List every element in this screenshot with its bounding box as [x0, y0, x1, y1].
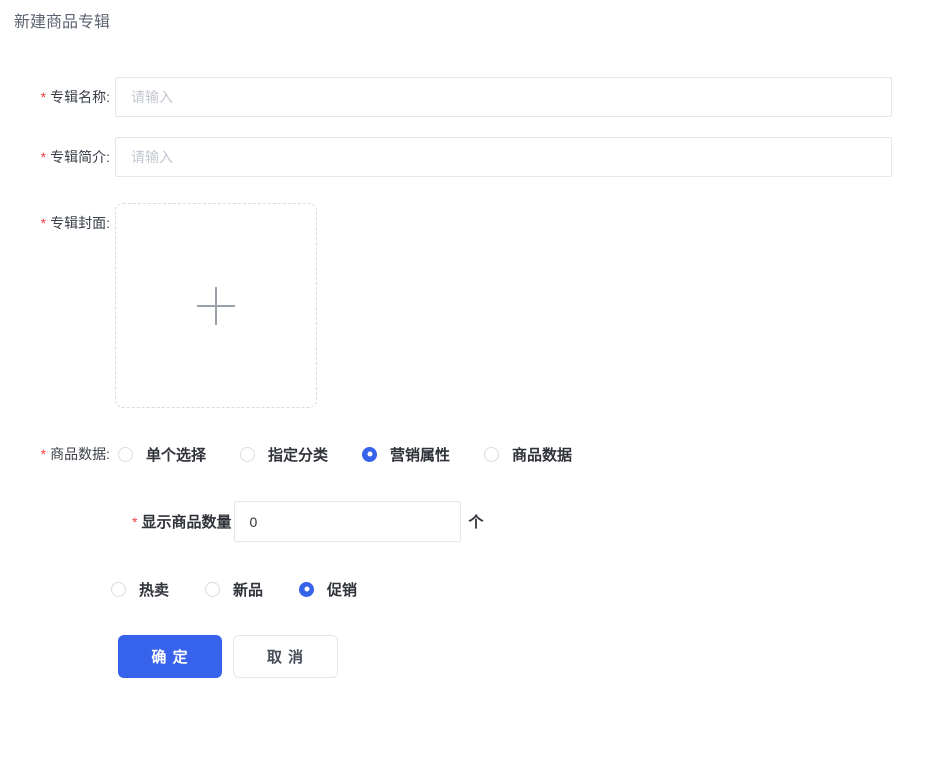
plus-icon — [197, 287, 235, 325]
product-data-label: *商品数据: — [0, 443, 110, 465]
count-unit-label: 个 — [468, 511, 483, 532]
radio-icon — [118, 447, 133, 462]
display-count-label: 显示商品数量 — [141, 511, 231, 532]
radio-icon — [205, 582, 220, 597]
radio-product-data[interactable]: 商品数据 — [484, 444, 572, 465]
cover-upload-box[interactable] — [115, 203, 317, 408]
product-data-row: *商品数据: 单个选择 指定分类 营销属性 商品数据 — [0, 443, 606, 465]
radio-single-select[interactable]: 单个选择 — [118, 444, 206, 465]
product-data-radio-group: 单个选择 指定分类 营销属性 商品数据 — [118, 444, 606, 465]
new-album-form-page: 新建商品专辑 *专辑名称: *专辑简介: *专辑封面: *商品数据: 单个选择 … — [0, 0, 930, 772]
radio-icon — [484, 447, 499, 462]
album-name-label: *专辑名称: — [0, 77, 110, 117]
actions-row: 确 定 取 消 — [0, 635, 338, 678]
display-count-input[interactable] — [234, 501, 461, 542]
album-cover-label: *专辑封面: — [0, 203, 110, 408]
album-name-input[interactable] — [115, 77, 892, 117]
required-mark: * — [41, 89, 46, 105]
radio-promotion[interactable]: 促销 — [299, 579, 357, 600]
page-title: 新建商品专辑 — [14, 12, 110, 34]
required-mark: * — [41, 149, 46, 165]
album-name-row: *专辑名称: — [0, 77, 892, 117]
radio-marketing-attribute[interactable]: 营销属性 — [362, 444, 450, 465]
display-count-row: * 显示商品数量 个 — [0, 501, 483, 542]
radio-assigned-category[interactable]: 指定分类 — [240, 444, 328, 465]
radio-hot-sale[interactable]: 热卖 — [111, 579, 169, 600]
radio-selected-icon — [362, 447, 377, 462]
required-mark: * — [41, 446, 46, 462]
radio-icon — [111, 582, 126, 597]
required-mark: * — [41, 215, 46, 231]
marketing-tags-row: 热卖 新品 促销 — [0, 578, 393, 600]
confirm-button[interactable]: 确 定 — [118, 635, 222, 678]
album-intro-label: *专辑简介: — [0, 137, 110, 177]
radio-icon — [240, 447, 255, 462]
album-intro-input[interactable] — [115, 137, 892, 177]
required-mark: * — [132, 514, 137, 530]
radio-selected-icon — [299, 582, 314, 597]
album-intro-row: *专辑简介: — [0, 137, 892, 177]
album-cover-row: *专辑封面: — [0, 203, 317, 408]
cancel-button[interactable]: 取 消 — [233, 635, 338, 678]
radio-new-product[interactable]: 新品 — [205, 579, 263, 600]
